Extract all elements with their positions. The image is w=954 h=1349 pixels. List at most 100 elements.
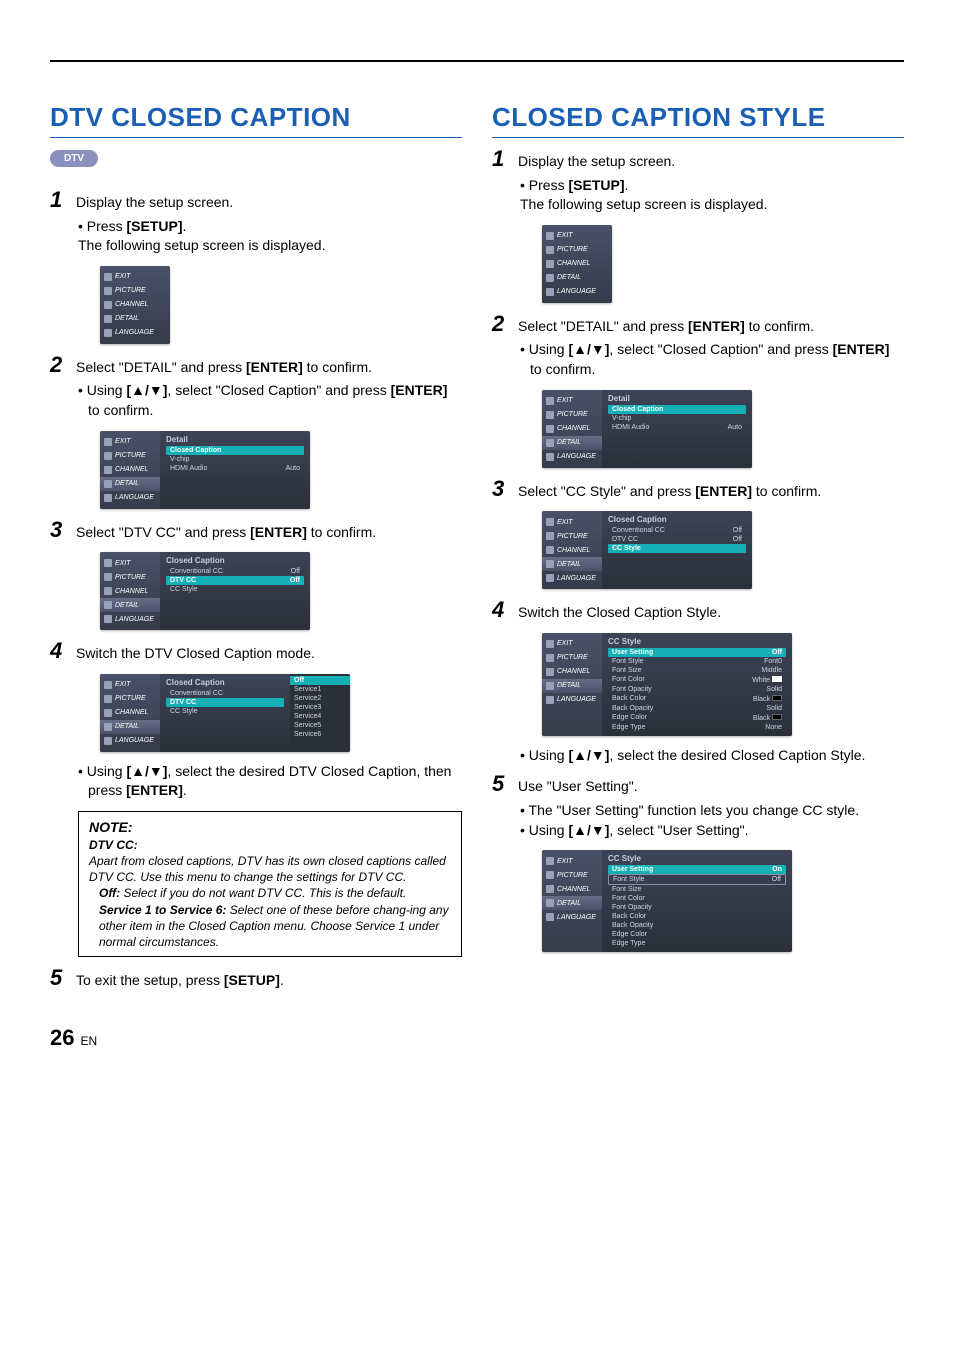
osd-side-label: EXIT bbox=[115, 438, 131, 445]
osd-row: HDMI AudioAuto bbox=[166, 464, 304, 473]
exit-icon bbox=[104, 559, 112, 567]
txt: White bbox=[752, 677, 770, 684]
step-number: 4 bbox=[50, 640, 68, 662]
note-off-label: Off: bbox=[99, 886, 120, 900]
page-columns: DTV CLOSED CAPTION DTV 1 Display the set… bbox=[50, 102, 904, 995]
step-text: Select "DETAIL" and press [ENTER] to con… bbox=[76, 354, 372, 378]
osd-side-label: PICTURE bbox=[557, 654, 588, 661]
osd-side-picture: PICTURE bbox=[100, 284, 170, 298]
osd-side-detail: DETAIL bbox=[100, 720, 160, 734]
note-service: Service 1 to Service 6: Select one of th… bbox=[99, 902, 451, 951]
left-column: DTV CLOSED CAPTION DTV 1 Display the set… bbox=[50, 102, 462, 995]
osd-row: Closed Caption bbox=[166, 446, 304, 455]
osd-side-label: DETAIL bbox=[557, 561, 581, 568]
osd-ccstyle-off: EXIT PICTURE CHANNEL DETAIL LANGUAGE CC … bbox=[542, 633, 792, 736]
osd-row: Edge Type bbox=[608, 939, 786, 948]
osd-side-label: CHANNEL bbox=[557, 886, 590, 893]
osd-row: Font Color bbox=[608, 894, 786, 903]
osd-side-label: CHANNEL bbox=[115, 709, 148, 716]
osd-row: DTV CCOff bbox=[166, 576, 304, 585]
note-subtitle: DTV CC: bbox=[89, 837, 451, 853]
key-arrows: [▲/▼] bbox=[568, 747, 609, 763]
page-footer: 26 EN bbox=[50, 1025, 904, 1051]
osd-row-label: Back Opacity bbox=[612, 922, 653, 929]
osd-row: Back ColorBlack bbox=[608, 694, 786, 704]
osd-side-label: EXIT bbox=[557, 232, 573, 239]
osd-side-label: PICTURE bbox=[115, 695, 146, 702]
key-enter: [ENTER] bbox=[126, 782, 183, 798]
txt: Black bbox=[753, 696, 770, 703]
osd-row-value: Off bbox=[290, 577, 300, 584]
picture-icon bbox=[104, 573, 112, 581]
txt: Using bbox=[87, 763, 127, 779]
color-swatch-icon bbox=[772, 714, 782, 720]
txt: Black bbox=[753, 715, 770, 722]
osd-side-label: DETAIL bbox=[557, 682, 581, 689]
osd-side-exit: EXIT bbox=[100, 556, 160, 570]
osd-side-label: CHANNEL bbox=[115, 301, 148, 308]
osd-dtv-dropdown: EXIT PICTURE CHANNEL DETAIL LANGUAGE Clo… bbox=[100, 674, 350, 752]
osd-side-label: PICTURE bbox=[557, 533, 588, 540]
step-number: 1 bbox=[492, 148, 510, 170]
osd-side-channel: CHANNEL bbox=[542, 257, 612, 271]
osd-row-label: User Setting bbox=[612, 866, 653, 873]
osd-row-label: Conventional CC bbox=[612, 527, 665, 534]
key-enter: [ENTER] bbox=[391, 382, 448, 398]
key-enter: [ENTER] bbox=[695, 483, 752, 499]
step-text: Use "User Setting". bbox=[518, 773, 638, 797]
osd-row-label: Font Opacity bbox=[612, 904, 652, 911]
txt: . bbox=[624, 177, 628, 193]
osd-panel: Closed Caption Conventional CCOff DTV CC… bbox=[602, 511, 752, 589]
key-enter: [ENTER] bbox=[688, 318, 745, 334]
step-3: 3 Select "CC Style" and press [ENTER] to… bbox=[492, 478, 904, 502]
osd-panel-title: Detail bbox=[166, 435, 304, 444]
osd-dropdown: Off Service1 Service2 Service3 Service4 … bbox=[290, 674, 350, 752]
osd-panel: Detail Closed Caption V-chip HDMI AudioA… bbox=[602, 390, 752, 468]
picture-icon bbox=[104, 695, 112, 703]
osd-drop-item: Service3 bbox=[290, 703, 350, 712]
picture-icon bbox=[546, 654, 554, 662]
osd-side-label: EXIT bbox=[557, 640, 573, 647]
detail-icon bbox=[104, 601, 112, 609]
osd-row: DTV CCOff bbox=[608, 535, 746, 544]
osd-side-language: LANGUAGE bbox=[100, 612, 160, 626]
osd-panel: Closed Caption Conventional CCOff DTV CC… bbox=[160, 552, 310, 630]
step-text: Select "CC Style" and press [ENTER] to c… bbox=[518, 478, 821, 502]
txt: to confirm. bbox=[530, 361, 595, 377]
osd-side-detail: DETAIL bbox=[542, 557, 602, 571]
osd-side-label: LANGUAGE bbox=[557, 453, 596, 460]
osd-panel-title: CC Style bbox=[608, 854, 786, 863]
txt: Select "DTV CC" and press bbox=[76, 524, 250, 540]
osd-row-label: Font Size bbox=[612, 667, 642, 674]
osd-row: Back OpacitySolid bbox=[608, 704, 786, 713]
osd-drop-item: Service4 bbox=[290, 712, 350, 721]
step-1: 1 Display the setup screen. bbox=[50, 189, 462, 213]
exit-icon bbox=[546, 397, 554, 405]
osd-row-value: Off bbox=[772, 649, 782, 656]
osd-side-picture: PICTURE bbox=[100, 692, 160, 706]
exit-icon bbox=[546, 518, 554, 526]
step2-bullet: Using [▲/▼], select "Closed Caption" and… bbox=[78, 381, 462, 420]
step-number: 3 bbox=[50, 519, 68, 541]
osd-side-label: CHANNEL bbox=[115, 588, 148, 595]
osd-side-picture: PICTURE bbox=[542, 243, 612, 257]
osd-sidebar: EXIT PICTURE CHANNEL DETAIL LANGUAGE bbox=[100, 431, 160, 509]
osd-side-label: CHANNEL bbox=[557, 668, 590, 675]
osd-row: DTV CC bbox=[166, 698, 284, 707]
section-title-cc-style: CLOSED CAPTION STYLE bbox=[492, 102, 904, 138]
note-title: NOTE: bbox=[89, 818, 451, 837]
osd-side-detail: DETAIL bbox=[542, 271, 612, 285]
osd-row: Conventional CCOff bbox=[166, 567, 304, 576]
osd-row: CC Style bbox=[166, 707, 284, 716]
section-title-dtv-cc: DTV CLOSED CAPTION bbox=[50, 102, 462, 138]
txt: . bbox=[280, 972, 284, 988]
osd-side-channel: CHANNEL bbox=[100, 584, 160, 598]
txt: Using bbox=[529, 822, 569, 838]
channel-icon bbox=[546, 546, 554, 554]
txt: , select the desired Closed Caption Styl… bbox=[609, 747, 865, 763]
osd-side-detail: DETAIL bbox=[100, 312, 170, 326]
channel-icon bbox=[546, 885, 554, 893]
osd-row-value: Off bbox=[291, 568, 300, 575]
exit-icon bbox=[546, 232, 554, 240]
step-number: 5 bbox=[492, 773, 510, 795]
